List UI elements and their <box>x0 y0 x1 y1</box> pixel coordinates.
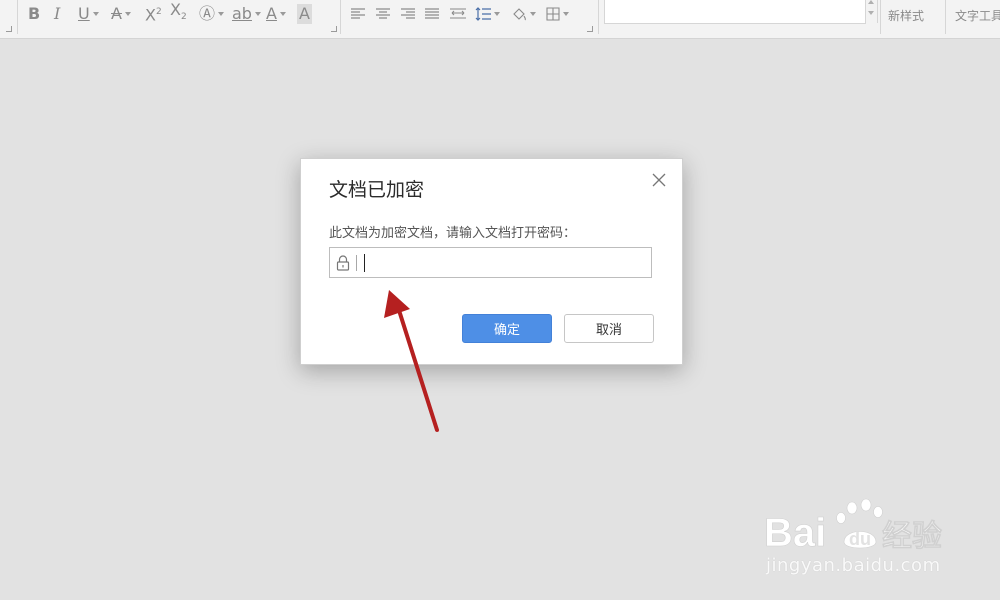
paint-bucket-icon <box>513 8 526 21</box>
align-right-button[interactable] <box>401 4 415 24</box>
distributed-icon <box>450 8 466 19</box>
watermark-url: jingyan.baidu.com <box>766 555 941 576</box>
cancel-button[interactable]: 取消 <box>564 314 654 343</box>
dialog-launcher-icon[interactable] <box>331 26 337 32</box>
align-center-icon <box>376 8 390 19</box>
chevron-down-icon[interactable] <box>254 12 261 16</box>
dialog-launcher-icon[interactable] <box>587 26 593 32</box>
bold-icon: B <box>28 4 41 23</box>
ribbon-separator <box>945 0 946 34</box>
ribbon-separator <box>17 0 18 34</box>
superscript-icon: X2 <box>145 5 162 25</box>
style-gallery[interactable] <box>604 0 866 24</box>
svg-text:Bai: Bai <box>764 511 826 555</box>
subscript-button[interactable]: X2 <box>170 0 187 24</box>
ribbon-separator <box>880 0 881 34</box>
highlight-button[interactable]: ab <box>232 4 261 24</box>
text-effect-icon: Ⓐ <box>199 4 216 23</box>
chevron-down-icon[interactable] <box>218 12 225 16</box>
align-left-icon <box>351 8 365 19</box>
lock-icon <box>336 255 350 271</box>
ribbon-separator <box>598 0 599 34</box>
encrypted-document-dialog: 文档已加密 此文档为加密文档，请输入文档打开密码： 确定 取消 <box>300 158 683 365</box>
justify-button[interactable] <box>425 4 439 24</box>
shading-button[interactable] <box>511 4 536 24</box>
strikethrough-icon: A <box>111 4 122 23</box>
password-input[interactable] <box>362 251 642 274</box>
strikethrough-button[interactable]: A <box>111 4 131 24</box>
justify-icon <box>425 8 439 19</box>
font-color-icon: A <box>266 4 277 23</box>
chevron-down-icon[interactable] <box>124 12 131 16</box>
highlight-icon: ab <box>232 4 252 23</box>
svg-text:经验: 经验 <box>882 519 942 554</box>
dialog-launcher-icon[interactable] <box>6 26 12 32</box>
scroll-up-icon[interactable] <box>868 0 874 4</box>
ribbon-toolbar: B I U A X2 X2 Ⓐ ab A A 新样式 文字工具 <box>0 0 1000 39</box>
align-left-button[interactable] <box>351 4 365 24</box>
align-center-button[interactable] <box>376 4 390 24</box>
subscript-icon: X2 <box>170 0 187 23</box>
char-shading-icon: A <box>297 4 312 24</box>
new-style-label: 新样式 <box>888 9 925 23</box>
close-icon <box>652 173 666 187</box>
text-effect-button[interactable]: Ⓐ <box>199 4 225 24</box>
chevron-down-icon[interactable] <box>279 12 286 16</box>
ribbon-separator <box>340 0 341 34</box>
baidu-jingyan-watermark-logo: Bai du 经验 <box>764 498 942 555</box>
borders-icon <box>546 7 560 21</box>
close-button[interactable] <box>650 171 668 189</box>
chevron-down-icon[interactable] <box>530 12 536 16</box>
dialog-prompt: 此文档为加密文档，请输入文档打开密码： <box>329 226 577 241</box>
dialog-title: 文档已加密 <box>329 179 425 201</box>
superscript-button[interactable]: X2 <box>145 4 162 25</box>
italic-button[interactable]: I <box>54 4 60 24</box>
text-tools-label: 文字工具 <box>955 9 1000 23</box>
chevron-down-icon[interactable] <box>563 12 569 16</box>
line-spacing-button[interactable] <box>475 4 500 24</box>
font-color-button[interactable]: A <box>266 4 286 24</box>
underline-button[interactable]: U <box>78 4 99 24</box>
align-right-icon <box>401 8 415 19</box>
underline-icon: U <box>78 4 90 23</box>
text-tools-button[interactable]: 文字工具 <box>955 7 1000 24</box>
chevron-down-icon[interactable] <box>494 12 500 16</box>
text-caret <box>364 254 365 272</box>
svg-text:du: du <box>849 529 871 549</box>
distributed-button[interactable] <box>450 4 466 24</box>
scroll-down-icon[interactable] <box>868 11 874 15</box>
line-spacing-icon <box>475 7 491 21</box>
style-gallery-scroll[interactable] <box>865 0 878 23</box>
password-field[interactable] <box>329 247 652 278</box>
char-shading-button[interactable]: A <box>297 4 312 24</box>
bold-button[interactable]: B <box>28 4 40 24</box>
borders-button[interactable] <box>546 4 569 24</box>
chevron-down-icon[interactable] <box>92 12 99 16</box>
italic-icon: I <box>54 4 61 23</box>
new-style-button[interactable]: 新样式 <box>888 7 924 24</box>
ok-button[interactable]: 确定 <box>462 314 552 343</box>
field-separator <box>356 255 357 271</box>
